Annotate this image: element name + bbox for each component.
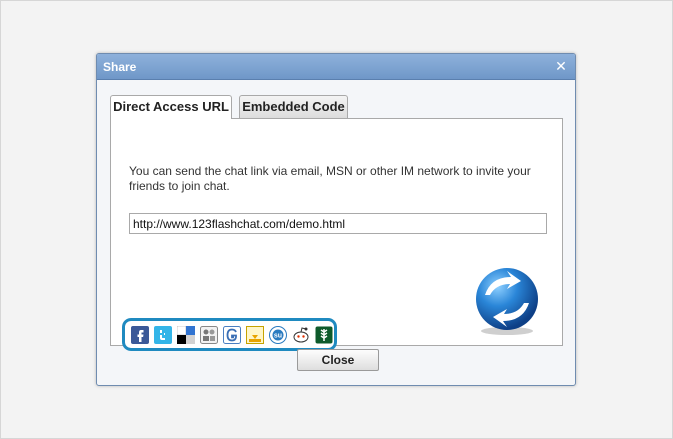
tab-panel: You can send the chat link via email, MS… (110, 118, 563, 351)
myspace-icon[interactable] (199, 325, 219, 345)
tab-direct-access-url[interactable]: Direct Access URL (110, 95, 232, 119)
share-description: You can send the chat link via email, MS… (129, 164, 531, 193)
twitter-icon[interactable] (153, 325, 173, 345)
close-icon[interactable]: ✕ (553, 57, 569, 75)
google-icon[interactable] (222, 325, 242, 345)
svg-text:su: su (274, 332, 282, 339)
tab-embedded-code[interactable]: Embedded Code (239, 95, 348, 118)
stumbleupon-icon[interactable]: su (268, 325, 288, 345)
close-button[interactable]: Close (297, 349, 379, 371)
reddit-icon[interactable] (291, 325, 311, 345)
digg-icon[interactable] (245, 325, 265, 345)
dialog-title: Share (103, 60, 137, 74)
dialog-titlebar[interactable]: Share ✕ (97, 54, 575, 80)
share-dialog: Share ✕ Direct Access URL Embedded Code … (96, 53, 576, 386)
delicious-icon[interactable] (176, 325, 196, 345)
facebook-icon[interactable] (130, 325, 150, 345)
url-input[interactable] (129, 213, 547, 234)
social-share-bar: su (122, 318, 337, 351)
newsvine-icon[interactable] (314, 325, 334, 345)
globe-icon (476, 268, 538, 335)
